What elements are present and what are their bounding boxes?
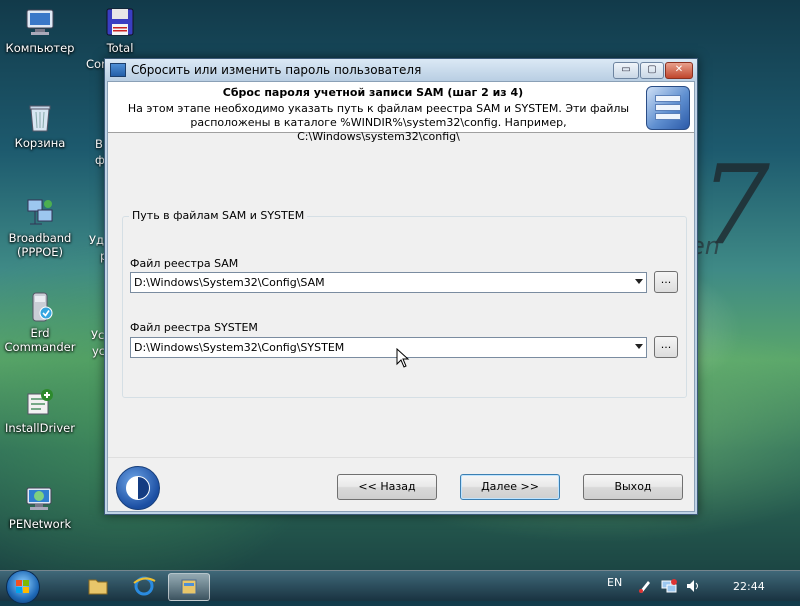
app-window-icon [181,579,197,595]
minimize-button[interactable]: ▭ [613,62,639,79]
globe-network-icon [24,482,56,514]
desktop-icon-label: Компьютер [5,41,75,55]
title-bar[interactable]: Сбросить или изменить пароль пользовател… [105,59,697,81]
network-connection-icon [24,196,56,228]
erd-commander-icon [24,291,56,323]
app-icon [110,63,126,77]
partial-label: Ус [91,328,105,342]
sam-file-label: Файл реестра SAM [130,257,239,270]
desktop-icon-penetwork[interactable]: PENetwork [2,482,78,531]
group-label: Путь в файлам SAM и SYSTEM [129,209,308,222]
system-file-combobox[interactable]: D:\Windows\System32\Config\SYSTEM [130,337,647,358]
wizard-header: Сброс пароля учетной записи SAM (шаг 2 и… [108,82,694,143]
registry-icon [646,86,690,130]
pen-icon[interactable] [637,578,653,594]
taskbar-reset-password-app[interactable] [168,573,210,601]
yin-yang-logo-icon [116,466,160,510]
floppy-disk-icon [104,6,136,38]
taskbar-explorer[interactable] [78,573,118,599]
desktop-icon-erd-commander[interactable]: Erd Commander [2,291,78,354]
computer-icon [24,6,56,38]
system-file-value: D:\Windows\System32\Config\SYSTEM [134,341,345,354]
mouse-cursor-icon [396,348,410,368]
dropdown-arrow-icon[interactable] [635,344,643,349]
desktop-icon-computer[interactable]: Компьютер [2,6,78,55]
desktop-icon-label: Корзина [14,136,66,150]
system-browse-button[interactable]: ... [654,336,678,358]
desktop-icon-label: InstallDriver [4,421,75,435]
window-title: Сбросить или изменить пароль пользовател… [131,63,422,77]
desktop-icon-recycle-bin[interactable]: Корзина [2,101,78,150]
taskbar-internet-explorer[interactable] [124,573,164,599]
reset-password-dialog: Сбросить или изменить пароль пользовател… [104,58,698,515]
wizard-step-title: Сброс пароля учетной записи SAM (шаг 2 и… [222,86,524,99]
desktop-icon-installdriver[interactable]: InstallDriver [2,386,78,435]
clock[interactable]: 22:44 [733,580,765,593]
sam-file-combobox[interactable]: D:\Windows\System32\Config\SAM [130,272,647,293]
footer-divider [108,457,694,458]
desktop-icon-broadband[interactable]: Broadband (PPPOE) [2,196,78,259]
install-driver-icon [24,386,56,418]
desktop-icon-label: Total [106,41,134,55]
registry-paths-group: Путь в файлам SAM и SYSTEM Файл реестра … [122,209,687,398]
dropdown-arrow-icon[interactable] [635,279,643,284]
system-file-label: Файл реестра SYSTEM [130,321,258,334]
next-button[interactable]: Далее >> [460,474,560,500]
speaker-icon[interactable] [685,578,701,594]
close-button[interactable]: ✕ [665,62,693,79]
wizard-step-description: На этом этапе необходимо указать путь к … [127,102,630,143]
language-indicator[interactable]: EN [607,576,622,589]
windows-logo-icon [16,580,29,593]
internet-explorer-icon [133,576,156,596]
desktop-icon-total[interactable]: Total [82,6,158,55]
dialog-client-area: Сброс пароля учетной записи SAM (шаг 2 и… [107,81,695,512]
network-tray-icon[interactable] [661,578,677,594]
taskbar: EN 22:44 [0,570,800,604]
desktop-icon-label: PENetwork [8,517,72,531]
partial-label: В [95,137,103,151]
maximize-button[interactable]: ▢ [640,62,664,79]
exit-button[interactable]: Выход [583,474,683,500]
partial-label: Уд [89,233,104,247]
sam-browse-button[interactable]: ... [654,271,678,293]
start-button[interactable] [6,570,40,604]
desktop-icon-label: Erd Commander [4,326,76,354]
desktop-icon-label: Broadband (PPPOE) [8,231,72,259]
sam-file-value: D:\Windows\System32\Config\SAM [134,276,325,289]
folder-icon [88,579,108,595]
recycle-bin-icon [24,101,56,133]
back-button[interactable]: << Назад [337,474,437,500]
